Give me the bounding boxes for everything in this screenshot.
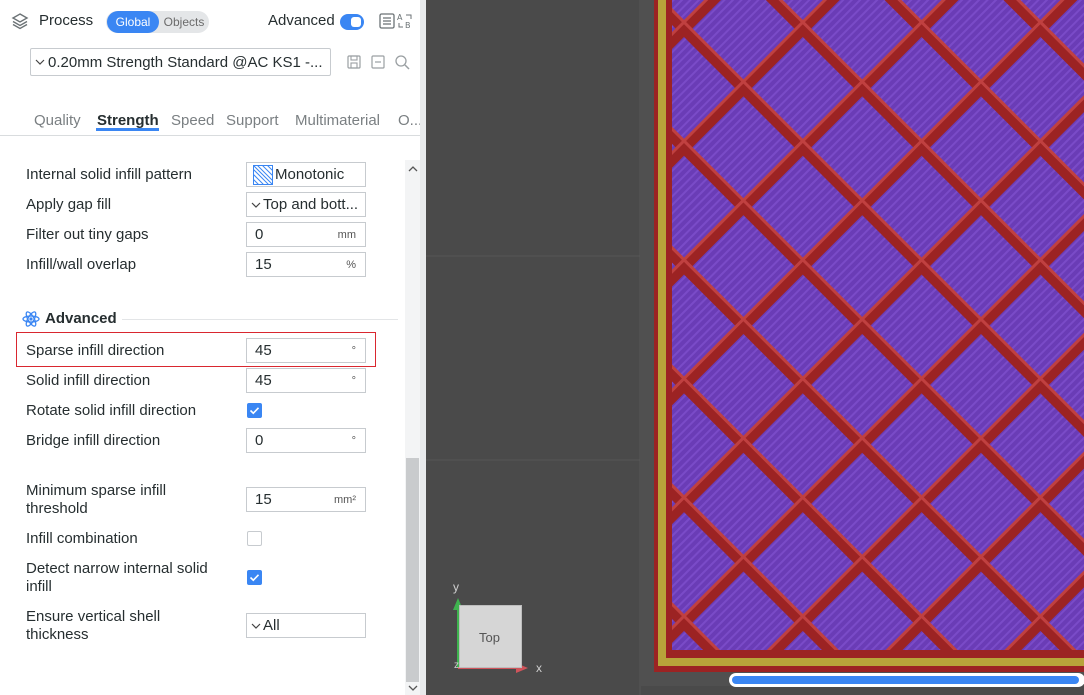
settings-tabs: Quality Strength Speed Support Multimate…	[0, 104, 422, 136]
bridge-infill-direction-unit: °	[351, 435, 356, 447]
ensure-vertical-shell-label-line1: Ensure vertical shell	[26, 608, 161, 625]
infill-combination-checkbox[interactable]	[247, 531, 262, 546]
rotate-solid-infill-label: Rotate solid infill direction	[26, 402, 197, 419]
advanced-mode-label: Advanced	[268, 12, 335, 29]
bridge-infill-direction-value: 0	[255, 432, 264, 449]
ensure-vertical-shell-select[interactable]: All	[246, 613, 366, 638]
process-panel: Process Global Objects Advanced A B 0.20…	[0, 0, 422, 695]
chevron-down-icon	[35, 59, 45, 65]
check-icon	[249, 407, 260, 415]
compare-presets-icon[interactable]: A B	[396, 12, 414, 30]
scope-objects-option[interactable]: Objects	[161, 11, 207, 33]
axis-x-label: x	[536, 661, 542, 675]
filter-tiny-gaps-label: Filter out tiny gaps	[26, 226, 149, 243]
section-divider	[122, 319, 398, 320]
panel-title: Process	[39, 12, 94, 29]
tab-multimaterial[interactable]: Multimaterial	[295, 112, 380, 129]
advanced-section-icon	[22, 311, 40, 327]
sparse-infill-direction-label: Sparse infill direction	[26, 342, 165, 359]
scroll-down-arrow-icon[interactable]	[408, 684, 418, 692]
min-sparse-infill-label-line1: Minimum sparse infill	[26, 482, 167, 499]
detect-narrow-solid-label-line1: Detect narrow internal solid	[26, 560, 208, 577]
save-preset-icon[interactable]	[346, 54, 362, 70]
svg-text:A: A	[397, 13, 403, 22]
infill-wall-overlap-label: Infill/wall overlap	[26, 256, 137, 273]
delete-preset-icon[interactable]	[370, 54, 386, 70]
solid-infill-direction-label: Solid infill direction	[26, 372, 151, 389]
detect-narrow-solid-label-line2: infill	[26, 578, 52, 595]
min-sparse-infill-label-line2: threshold	[26, 500, 88, 517]
min-sparse-infill-input[interactable]: 15 mm²	[246, 487, 366, 512]
layers-icon	[11, 13, 29, 30]
check-icon	[249, 574, 260, 582]
internal-solid-infill-pattern-select[interactable]: Monotonic	[246, 162, 366, 187]
preset-name: 0.20mm Strength Standard @AC KS1 -...	[48, 54, 323, 71]
infill-wall-overlap-unit: %	[346, 259, 356, 271]
filter-tiny-gaps-input[interactable]: 0 mm	[246, 222, 366, 247]
layer-progress-fill	[732, 676, 1079, 684]
scroll-up-arrow-icon[interactable]	[408, 165, 418, 173]
filter-tiny-gaps-value: 0	[255, 226, 264, 243]
list-view-icon[interactable]	[378, 12, 396, 30]
layer-progress-slider[interactable]	[729, 673, 1084, 687]
axes-gizmo	[453, 598, 528, 673]
bridge-infill-direction-label: Bridge infill direction	[26, 432, 161, 449]
advanced-section-title: Advanced	[45, 310, 117, 327]
view-cube[interactable]: Top	[459, 605, 522, 668]
active-tab-indicator	[96, 128, 159, 131]
rotate-solid-infill-checkbox[interactable]	[247, 403, 262, 418]
infill-wall-overlap-value: 15	[255, 256, 272, 273]
process-header: Process Global Objects Advanced A B	[0, 0, 420, 42]
search-icon[interactable]	[394, 54, 410, 70]
settings-scrollbar-thumb[interactable]	[406, 458, 419, 682]
svg-text:B: B	[405, 21, 411, 30]
solid-infill-direction-unit: °	[351, 375, 356, 387]
filter-tiny-gaps-unit: mm	[337, 229, 356, 241]
tab-others[interactable]: O...	[398, 112, 422, 129]
tab-strength[interactable]: Strength	[97, 112, 159, 129]
detect-narrow-solid-checkbox[interactable]	[247, 570, 262, 585]
min-sparse-infill-unit: mm²	[334, 494, 356, 506]
monotonic-pattern-icon	[253, 165, 273, 185]
internal-solid-infill-pattern-value: Monotonic	[275, 166, 345, 183]
solid-infill-direction-input[interactable]: 45 °	[246, 368, 366, 393]
axis-y-label: y	[453, 580, 459, 594]
apply-gap-fill-select[interactable]: Top and bott...	[246, 192, 366, 217]
apply-gap-fill-value: Top and bott...	[263, 196, 359, 213]
min-sparse-infill-value: 15	[255, 491, 272, 508]
view-cube-face-label: Top	[479, 630, 500, 645]
sparse-infill-direction-input[interactable]: 45 °	[246, 338, 366, 363]
infill-combination-label: Infill combination	[26, 530, 138, 547]
sparse-infill-direction-unit: °	[351, 345, 356, 357]
tab-speed[interactable]: Speed	[171, 112, 214, 129]
advanced-mode-switch[interactable]	[340, 14, 364, 30]
tab-quality[interactable]: Quality	[34, 112, 81, 129]
ensure-vertical-shell-value: All	[263, 617, 280, 634]
internal-solid-infill-pattern-label: Internal solid infill pattern	[26, 166, 192, 183]
scope-global-option[interactable]: Global	[107, 11, 159, 33]
preset-dropdown[interactable]: 0.20mm Strength Standard @AC KS1 -...	[30, 48, 331, 76]
scope-toggle[interactable]: Global Objects	[106, 11, 209, 33]
sparse-infill-direction-value: 45	[255, 342, 272, 359]
chevron-down-icon	[251, 202, 261, 208]
infill-wall-overlap-input[interactable]: 15 %	[246, 252, 366, 277]
bridge-infill-direction-input[interactable]: 0 °	[246, 428, 366, 453]
solid-infill-direction-value: 45	[255, 372, 272, 389]
tab-support[interactable]: Support	[226, 112, 279, 129]
ensure-vertical-shell-label-line2: thickness	[26, 626, 89, 643]
3d-viewport[interactable]: y x z Top	[426, 0, 1084, 695]
apply-gap-fill-label: Apply gap fill	[26, 196, 112, 213]
chevron-down-icon	[251, 623, 261, 629]
